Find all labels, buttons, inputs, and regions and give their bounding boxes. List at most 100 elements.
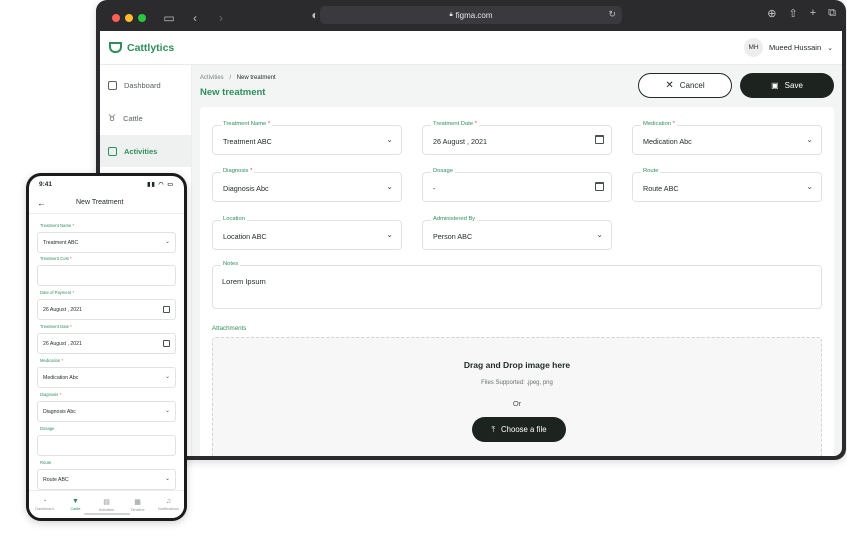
chevron-down-icon: ⌄	[386, 230, 393, 239]
new-tab-icon[interactable]: +	[810, 7, 816, 20]
field-value: 26 August , 2021	[433, 137, 487, 146]
calendar-icon[interactable]	[595, 135, 604, 144]
save-button[interactable]: ▣ Save	[740, 73, 834, 98]
page-title: New treatment	[200, 87, 266, 98]
dashboard-icon: ◔	[42, 498, 47, 505]
calendar-icon[interactable]	[163, 306, 170, 313]
cattle-icon: ▼	[72, 498, 79, 505]
field-label: Diagnosis *	[40, 392, 62, 397]
field-value: Lorem Ipsum	[222, 277, 266, 286]
brand-logo[interactable]: Cattlytics	[109, 42, 174, 54]
grid-icon	[108, 80, 117, 90]
browser-window: ▭ ‹ › ◐ 🔒︎ figma.com ↻ ⊕ ⇧ + ⧉ Cattlytic…	[96, 0, 846, 460]
field-value: Treatment ABC	[223, 137, 272, 146]
tab-notifications[interactable]: ♫ Notifications	[153, 491, 184, 518]
dropzone-or: Or	[512, 399, 522, 408]
breadcrumb-parent[interactable]: Activities	[200, 75, 224, 81]
field-value: Diagnosis Abc	[223, 184, 269, 193]
address-bar[interactable]: 🔒︎ figma.com ↻	[320, 6, 622, 24]
mobile-treatment-cost-field[interactable]: Treatment Cost *	[37, 256, 176, 286]
diagnosis-select[interactable]: Diagnosis * Diagnosis Abc ⌄	[212, 168, 402, 202]
field-label: Dosage	[40, 426, 55, 431]
choose-file-button[interactable]: ⤒ Choose a file	[472, 417, 566, 442]
mobile-date-of-payment-picker[interactable]: Date of Payment * 26 August , 2021	[37, 290, 176, 320]
tab-label: Notifications	[158, 507, 179, 511]
upload-icon: ⤒	[491, 424, 496, 434]
forward-icon[interactable]: ›	[214, 11, 228, 25]
mobile-title: New Treatment	[76, 199, 124, 206]
zoom-window-button[interactable]	[138, 13, 146, 22]
mobile-dosage-field[interactable]: Dosage	[37, 426, 176, 456]
chevron-down-icon: ⌄	[386, 135, 393, 144]
attachments-label: Attachments	[212, 325, 247, 332]
close-window-button[interactable]	[112, 13, 120, 22]
field-label: Treatment Name *	[40, 223, 75, 228]
reload-icon[interactable]: ↻	[608, 9, 616, 20]
tab-label: Cattle	[70, 507, 81, 511]
treatment-date-picker[interactable]: Treatment Date * 26 August , 2021	[422, 121, 612, 155]
save-label: Save	[784, 81, 803, 90]
status-bar: 9:41 ▮▮ ◠ ▭	[29, 176, 184, 192]
field-label: Medication *	[40, 358, 64, 363]
chevron-down-icon: ⌄	[827, 44, 833, 52]
back-arrow-icon[interactable]: ←	[37, 198, 46, 208]
field-value: Route ABC	[43, 477, 69, 483]
phone-frame: 9:41 ▮▮ ◠ ▭ ← New Treatment Treatment Na…	[26, 173, 187, 521]
medication-select[interactable]: Medication * Medication Abc ⌄	[632, 121, 822, 155]
treatment-name-select[interactable]: Treatment Name * Treatment ABC ⌄	[212, 121, 402, 155]
sidebar-item-label: Activities	[124, 146, 158, 156]
notes-textarea[interactable]: Notes Lorem Ipsum	[212, 261, 822, 309]
mobile-route-select[interactable]: Route Route ABC ⌄	[37, 460, 176, 490]
main-content: Activities / New treatment New treatment…	[193, 65, 842, 456]
field-value: Treatment ABC	[43, 240, 79, 246]
attachment-dropzone[interactable]: Drag and Drop image here Files Supported…	[212, 337, 822, 456]
calendar-icon[interactable]	[595, 182, 604, 191]
avatar: MH	[744, 38, 763, 57]
sidebar-item-cattle[interactable]: ♉︎ Cattle	[100, 102, 191, 134]
download-icon[interactable]: ⊕	[767, 7, 776, 20]
location-select[interactable]: Location Location ABC ⌄	[212, 216, 402, 250]
mobile-treatment-date-picker[interactable]: Treatment Date * 26 August , 2021	[37, 324, 176, 354]
mobile-diagnosis-select[interactable]: Diagnosis * Diagnosis Abc ⌄	[37, 392, 176, 422]
sidebar-item-activities[interactable]: Activities	[100, 135, 191, 167]
user-name: Mueed Hussain	[769, 43, 822, 52]
route-select[interactable]: Route Route ABC ⌄	[632, 168, 822, 202]
minimize-window-button[interactable]	[125, 13, 133, 22]
field-label: Treatment Cost *	[40, 256, 72, 261]
chevron-down-icon: ⌄	[806, 182, 813, 191]
calendar-icon[interactable]	[163, 340, 170, 347]
timeline-icon: ▦	[134, 498, 141, 506]
dropzone-supported-types: Files Supported: .jpeg, png	[481, 380, 553, 386]
sidebar-toggle-icon[interactable]: ▭	[162, 11, 176, 25]
field-value: Medication Abc	[643, 137, 692, 146]
dropzone-title: Drag and Drop image here	[463, 360, 571, 370]
cow-logo-icon	[109, 42, 122, 53]
back-icon[interactable]: ‹	[188, 11, 202, 25]
floppy-disk-icon: ▣	[771, 81, 779, 90]
brand-name: Cattlytics	[127, 41, 175, 54]
field-label: Notes	[221, 261, 241, 267]
mobile-medication-select[interactable]: Medication * Medication Abc ⌄	[37, 358, 176, 388]
administered-by-select[interactable]: Administered By Person ABC ⌄	[422, 216, 612, 250]
browser-actions: ⊕ ⇧ + ⧉	[767, 7, 836, 20]
status-time: 9:41	[39, 180, 53, 188]
breadcrumb-separator: /	[229, 75, 232, 81]
chevron-down-icon: ⌄	[164, 476, 170, 482]
cancel-button[interactable]: ✕ Cancel	[638, 73, 732, 98]
breadcrumb-current: New treatment	[236, 75, 276, 81]
field-value: Route ABC	[643, 184, 679, 193]
list-icon	[108, 146, 117, 156]
activities-icon: ▤	[103, 498, 110, 506]
tabs-overview-icon[interactable]: ⧉	[828, 7, 836, 20]
mobile-treatment-name-select[interactable]: Treatment Name * Treatment ABC ⌄	[37, 223, 176, 253]
chevron-down-icon: ⌄	[596, 230, 603, 239]
tab-dashboard[interactable]: ◔ Dashboard	[29, 491, 60, 518]
share-icon[interactable]: ⇧	[788, 7, 797, 20]
dosage-field[interactable]: Dosage -	[422, 168, 612, 202]
home-indicator	[83, 513, 130, 515]
sidebar-item-dashboard[interactable]: Dashboard	[100, 69, 191, 101]
user-menu[interactable]: MH Mueed Hussain ⌄	[744, 38, 833, 57]
signal-wifi-battery-icon: ▮▮ ◠ ▭	[147, 181, 174, 188]
sidebar-item-label: Dashboard	[124, 80, 161, 90]
field-value: Diagnosis Abc	[43, 409, 76, 415]
